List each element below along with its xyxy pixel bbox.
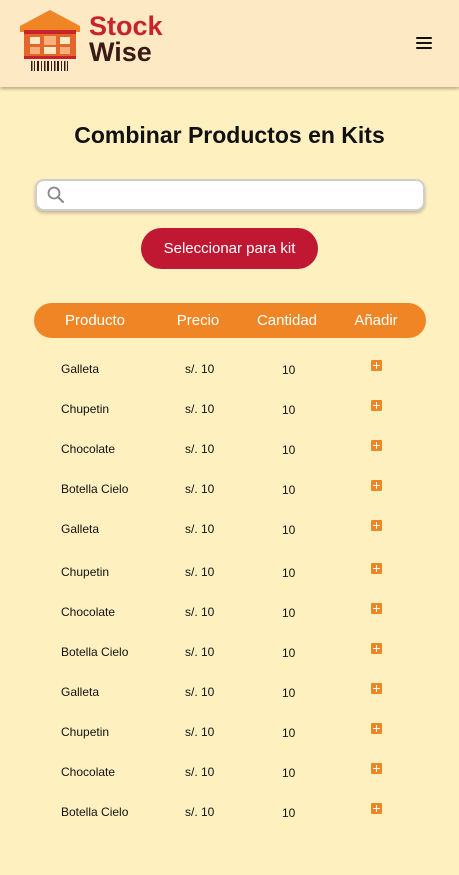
table-row: Chupetin s/. 10 10 (0, 723, 459, 743)
table-row: Botella Cielo s/. 10 10 (0, 803, 459, 823)
product-name: Botella Cielo (61, 805, 129, 819)
table-row: Galleta s/. 10 10 (0, 520, 459, 540)
search-input[interactable] (71, 183, 411, 207)
product-name: Galleta (61, 362, 100, 376)
product-price: s/. 10 (185, 565, 215, 579)
product-name: Chocolate (61, 765, 116, 779)
hamburger-menu-icon[interactable] (416, 37, 432, 50)
select-for-kit-button[interactable]: Seleccionar para kit (141, 228, 318, 269)
product-name: Chupetin (61, 725, 110, 739)
product-price: s/. 10 (185, 402, 215, 416)
product-quantity: 10 (282, 806, 296, 820)
table-row: Galleta s/. 10 10 (0, 360, 459, 380)
column-header-product: Producto (64, 312, 126, 329)
product-quantity: 10 (282, 363, 296, 377)
product-price: s/. 10 (185, 765, 215, 779)
product-name: Botella Cielo (61, 482, 129, 496)
table-row: Chupetin s/. 10 10 (0, 563, 459, 583)
table-row: Chocolate s/. 10 10 (0, 763, 459, 783)
add-to-kit-plus-icon[interactable] (371, 683, 382, 694)
warehouse-logo-icon (20, 10, 80, 71)
table-row: Galleta s/. 10 10 (0, 683, 459, 703)
add-to-kit-plus-icon[interactable] (371, 643, 382, 654)
product-quantity: 10 (282, 686, 296, 700)
product-name: Chupetin (61, 565, 110, 579)
add-to-kit-plus-icon[interactable] (371, 520, 382, 531)
product-name: Chocolate (61, 605, 116, 619)
brand-name: Stock Wise (89, 11, 163, 67)
table-header: Producto Precio Cantidad Añadir (34, 303, 426, 338)
product-name: Galleta (61, 522, 100, 536)
product-price: s/. 10 (185, 685, 215, 699)
search-icon (47, 186, 64, 203)
product-quantity: 10 (282, 606, 296, 620)
table-row: Chocolate s/. 10 10 (0, 603, 459, 623)
add-to-kit-plus-icon[interactable] (371, 603, 382, 614)
brand-line-1: Stock (89, 11, 163, 41)
product-price: s/. 10 (185, 522, 215, 536)
app-header: Stock Wise (0, 0, 459, 87)
brand-line-2: Wise (89, 37, 152, 67)
table-row: Chupetin s/. 10 10 (0, 400, 459, 420)
product-quantity: 10 (282, 403, 296, 417)
product-name: Chocolate (61, 442, 116, 456)
product-price: s/. 10 (185, 725, 215, 739)
add-to-kit-plus-icon[interactable] (371, 400, 382, 411)
product-quantity: 10 (282, 443, 296, 457)
page-title: Combinar Productos en Kits (74, 122, 385, 148)
product-price: s/. 10 (185, 362, 215, 376)
add-to-kit-plus-icon[interactable] (371, 360, 382, 371)
product-quantity: 10 (282, 766, 296, 780)
table-row: Botella Cielo s/. 10 10 (0, 643, 459, 663)
product-quantity: 10 (282, 566, 296, 580)
add-to-kit-plus-icon[interactable] (371, 763, 382, 774)
table-row: Chocolate s/. 10 10 (0, 440, 459, 460)
column-header-quantity: Cantidad (256, 312, 318, 329)
product-quantity: 10 (282, 726, 296, 740)
column-header-price: Precio (176, 312, 220, 329)
product-price: s/. 10 (185, 482, 215, 496)
product-price: s/. 10 (185, 645, 215, 659)
product-name: Galleta (61, 685, 100, 699)
column-header-add: Añadir (354, 312, 398, 329)
add-to-kit-plus-icon[interactable] (371, 480, 382, 491)
add-to-kit-plus-icon[interactable] (371, 440, 382, 451)
product-price: s/. 10 (185, 805, 215, 819)
product-quantity: 10 (282, 523, 296, 537)
add-to-kit-plus-icon[interactable] (371, 803, 382, 814)
product-quantity: 10 (282, 483, 296, 497)
product-price: s/. 10 (185, 605, 215, 619)
product-quantity: 10 (282, 646, 296, 660)
add-to-kit-plus-icon[interactable] (371, 563, 382, 574)
add-to-kit-plus-icon[interactable] (371, 723, 382, 734)
search-bar[interactable] (35, 179, 425, 211)
product-name: Chupetin (61, 402, 110, 416)
product-price: s/. 10 (185, 442, 215, 456)
product-name: Botella Cielo (61, 645, 129, 659)
table-row: Botella Cielo s/. 10 10 (0, 480, 459, 500)
